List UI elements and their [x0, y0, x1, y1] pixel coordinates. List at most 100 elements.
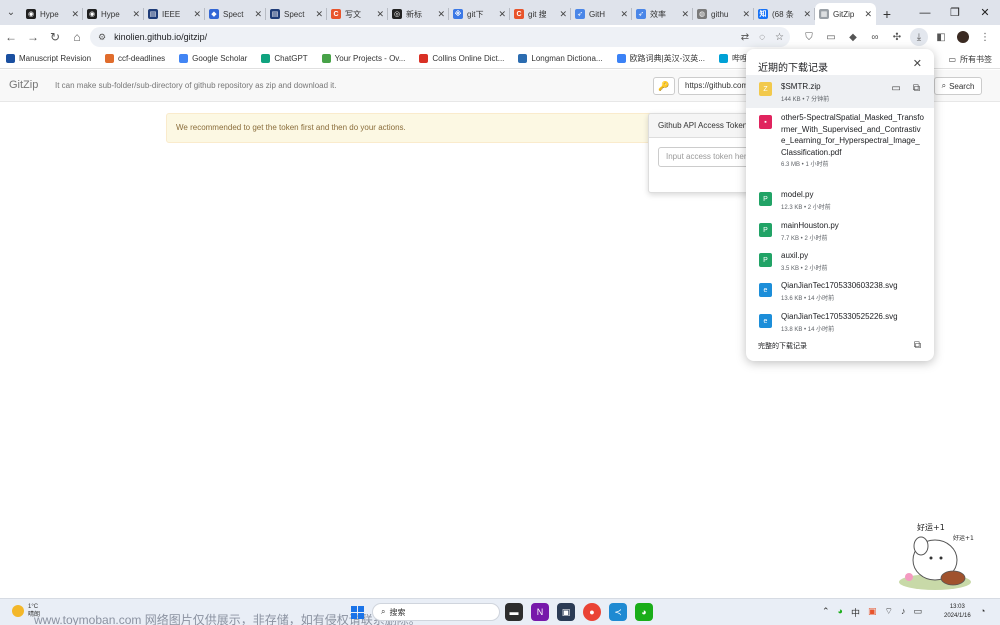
bookmark-item[interactable]: Google Scholar — [179, 54, 247, 63]
browser-tab[interactable]: ◆ Spect ✕ — [205, 3, 266, 25]
key-icon[interactable]: 🔑 — [653, 77, 675, 95]
bookmark-item[interactable]: Longman Dictiona... — [518, 54, 603, 63]
address-bar[interactable]: ⚙ kinolien.github.io/gitzip/ ⇄ ◌ ☆ — [90, 27, 790, 47]
browser-tab[interactable]: Cgit 搜 ✕ — [510, 3, 571, 25]
tab-close-icon[interactable]: ✕ — [315, 9, 323, 20]
tab-title: Spect — [223, 9, 244, 19]
browser-tab[interactable]: C 写文 ✕ — [327, 3, 388, 25]
glasses-extension-icon[interactable]: ∞ — [866, 28, 884, 46]
notification-icon[interactable]: ◔ — [980, 606, 985, 616]
minimize-icon[interactable]: — — [910, 0, 940, 25]
store-icon[interactable]: ▣ — [557, 603, 575, 621]
tab-close-icon[interactable]: ✕ — [681, 9, 689, 20]
bookmark-item[interactable]: Collins Online Dict... — [419, 54, 504, 63]
tab-favicon-icon: ※ — [453, 9, 463, 19]
show-in-folder-icon[interactable]: ▭ — [891, 83, 900, 94]
browser-tab[interactable]: ◉ Hype ✕ — [22, 3, 83, 25]
gitzip-brand[interactable]: GitZip — [9, 79, 38, 91]
new-tab-button[interactable]: + — [876, 3, 898, 25]
browser-tab[interactable]: ◍ githu ✕ — [693, 3, 754, 25]
bookmark-item[interactable]: 欧路词典|英汉-汉英... — [616, 53, 705, 64]
bookmark-item[interactable]: Your Projects - Ov... — [321, 54, 405, 63]
browser-tab[interactable]: ➶ GitH ✕ — [571, 3, 632, 25]
close-icon[interactable]: ✕ — [913, 57, 922, 70]
tab-close-icon[interactable]: ✕ — [498, 9, 506, 20]
file-explorer-icon[interactable]: ▬ — [505, 603, 523, 621]
search-button[interactable]: ⌕ Search — [934, 77, 982, 95]
tab-close-icon[interactable]: ✕ — [193, 9, 201, 20]
tab-close-icon[interactable]: ✕ — [620, 9, 628, 20]
home-icon[interactable]: ⌂ — [66, 26, 88, 48]
tab-close-icon[interactable]: ✕ — [437, 9, 445, 20]
tab-close-icon[interactable]: ✕ — [803, 9, 811, 20]
download-item[interactable]: ▪ other5-SpectralSpatial_Masked_Transform… — [746, 110, 934, 170]
repo-url-input[interactable]: https://github.com — [678, 77, 748, 95]
browser-tab[interactable]: ◉ Hype ✕ — [83, 3, 144, 25]
windows-start-icon[interactable] — [351, 606, 364, 619]
wechat-icon[interactable]: ◕ — [635, 603, 653, 621]
site-info-icon[interactable]: ⚙ — [98, 32, 106, 43]
bookmark-favicon-icon — [518, 54, 528, 63]
download-item[interactable]: e QianJianTec1705330525226.svg 13.8 KB • 1… — [746, 309, 934, 335]
download-icon[interactable]: ⤓ — [910, 28, 928, 46]
cube-extension-icon[interactable]: ◆ — [844, 28, 862, 46]
reload-icon[interactable]: ↻ — [44, 26, 66, 48]
bookmark-item[interactable]: ccf-deadlines — [105, 54, 165, 63]
browser-tab[interactable]: ➶ 效率 ✕ — [632, 3, 693, 25]
tab-close-icon[interactable]: ✕ — [559, 9, 567, 20]
ime-icon[interactable]: 中 — [851, 606, 860, 619]
url-text[interactable]: kinolien.github.io/gitzip/ — [114, 32, 207, 42]
puzzle-icon[interactable]: ✣ — [888, 28, 906, 46]
tab-close-icon[interactable]: ✕ — [71, 9, 79, 20]
tab-close-icon[interactable]: ✕ — [864, 9, 872, 20]
vscode-icon[interactable]: ≺ — [609, 603, 627, 621]
page-extension-icon[interactable]: ▭ — [822, 28, 840, 46]
back-icon[interactable]: ← — [0, 26, 22, 48]
open-external-icon[interactable]: ⧉ — [914, 340, 921, 351]
tab-close-icon[interactable]: ✕ — [742, 9, 750, 20]
tab-search-chevron-icon[interactable]: ⌄ — [0, 0, 22, 25]
gitzip-description: It can make sub-folder/sub-directory of … — [55, 81, 337, 90]
translate-icon[interactable]: ⇄ — [741, 32, 749, 43]
taskbar-search[interactable]: ⌕ 搜索 — [372, 603, 500, 621]
download-item[interactable]: Z $SMTR.zip 144 KB • 7 分钟前 ▭ ⧉ — [746, 75, 934, 108]
bookmark-star-icon[interactable]: ☆ — [775, 32, 784, 43]
profile-avatar[interactable] — [954, 28, 972, 46]
bookmark-item[interactable]: Manuscript Revision — [6, 54, 91, 63]
battery-icon[interactable]: ▭ — [913, 606, 922, 619]
download-item[interactable]: e QianJianTec1705330603238.svg 13.6 KB • 1… — [746, 278, 934, 304]
chevron-up-icon[interactable]: ⌃ — [822, 606, 830, 619]
open-file-icon[interactable]: ⧉ — [913, 83, 920, 94]
tab-close-icon[interactable]: ✕ — [254, 9, 262, 20]
download-item[interactable]: PmainHouston.py 7.7 KB • 2 小时前 — [746, 218, 934, 244]
all-bookmarks[interactable]: ▭ 所有书签 — [948, 49, 992, 69]
clock[interactable]: 13:03 2024/1/16 — [944, 603, 971, 621]
tab-close-icon[interactable]: ✕ — [376, 9, 384, 20]
volume-icon[interactable]: ♪ — [901, 606, 906, 619]
browser-tab[interactable]: ▤ Spect ✕ — [266, 3, 327, 25]
onenote-icon[interactable]: N — [531, 603, 549, 621]
restore-icon[interactable]: ❐ — [940, 0, 970, 25]
app-tray-icon[interactable]: ▣ — [868, 606, 877, 619]
download-item[interactable]: Pmodel.py 12.3 KB • 2 小时前 — [746, 187, 934, 213]
forward-icon[interactable]: → — [22, 26, 44, 48]
full-history-link[interactable]: 完整的下载记录 — [758, 341, 807, 351]
shield-extension-icon[interactable]: ⛉ — [800, 28, 818, 46]
browser-tab[interactable]: ▦ GitZip ✕ — [815, 3, 876, 25]
eye-off-icon[interactable]: ◌ — [759, 32, 765, 43]
browser-tab[interactable]: 知 (68 条 ✕ — [754, 3, 815, 25]
wifi-icon[interactable]: ⌔ — [885, 606, 893, 619]
side-panel-icon[interactable]: ◧ — [932, 28, 950, 46]
bookmark-item[interactable]: ChatGPT — [261, 54, 308, 63]
menu-kebab-icon[interactable]: ⋮ — [976, 28, 994, 46]
wechat-tray-icon[interactable]: ◕ — [838, 606, 843, 619]
chrome-icon[interactable]: ● — [583, 603, 601, 621]
token-input[interactable]: Input access token here — [658, 147, 757, 167]
browser-tab[interactable]: ※ git下 ✕ — [449, 3, 510, 25]
tab-close-icon[interactable]: ✕ — [132, 9, 140, 20]
close-window-icon[interactable]: ✕ — [970, 0, 1000, 25]
bookmark-favicon-icon — [616, 54, 626, 63]
browser-tab[interactable]: ▤ IEEE ✕ — [144, 3, 205, 25]
browser-tab[interactable]: ◎ 新标 ✕ — [388, 3, 449, 25]
download-item[interactable]: Pauxil.py 3.5 KB • 2 小时前 — [746, 248, 934, 274]
